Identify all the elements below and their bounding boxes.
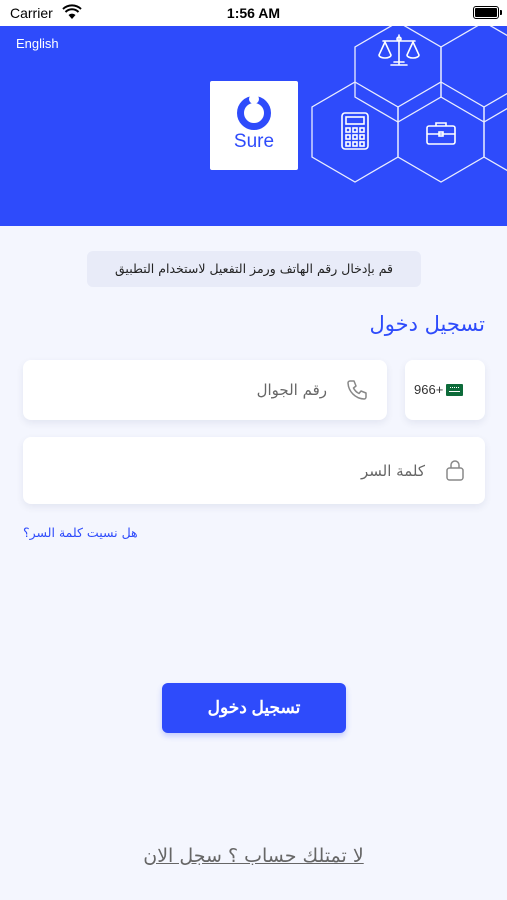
- password-placeholder: كلمة السر: [361, 461, 425, 480]
- scales-icon: [378, 34, 420, 66]
- forgot-password-link[interactable]: هل نسيت كلمة السر؟: [23, 525, 138, 540]
- battery-icon: [473, 6, 502, 19]
- lock-icon: [446, 460, 464, 481]
- phone-placeholder: رقم الجوال: [256, 381, 327, 399]
- register-link[interactable]: لا تمتلك حساب ؟ سجل الان: [0, 845, 507, 867]
- info-message: قم بإدخال رقم الهاتف ورمز التفعيل لاستخد…: [87, 251, 421, 287]
- password-input[interactable]: كلمة السر: [23, 437, 485, 504]
- country-code-selector[interactable]: 966+: [405, 360, 485, 420]
- clock: 1:56 AM: [226, 5, 281, 21]
- status-bar: Carrier 1:56 AM: [0, 0, 507, 26]
- header-banner: English Sure: [0, 26, 507, 226]
- saudi-flag-icon: [446, 384, 463, 396]
- logo-text: Sure: [233, 131, 275, 152]
- logo-mark: [237, 94, 271, 130]
- phone-icon: [347, 380, 367, 400]
- briefcase-icon: [426, 122, 456, 145]
- app-logo: Sure: [210, 81, 298, 170]
- login-button[interactable]: تسجيل دخول: [162, 683, 346, 733]
- country-code: 966+: [414, 382, 444, 397]
- phone-input[interactable]: رقم الجوال: [23, 360, 387, 420]
- calculator-icon: [341, 112, 369, 150]
- page-title: تسجيل دخول: [369, 312, 486, 336]
- language-switch-link[interactable]: English: [16, 36, 59, 51]
